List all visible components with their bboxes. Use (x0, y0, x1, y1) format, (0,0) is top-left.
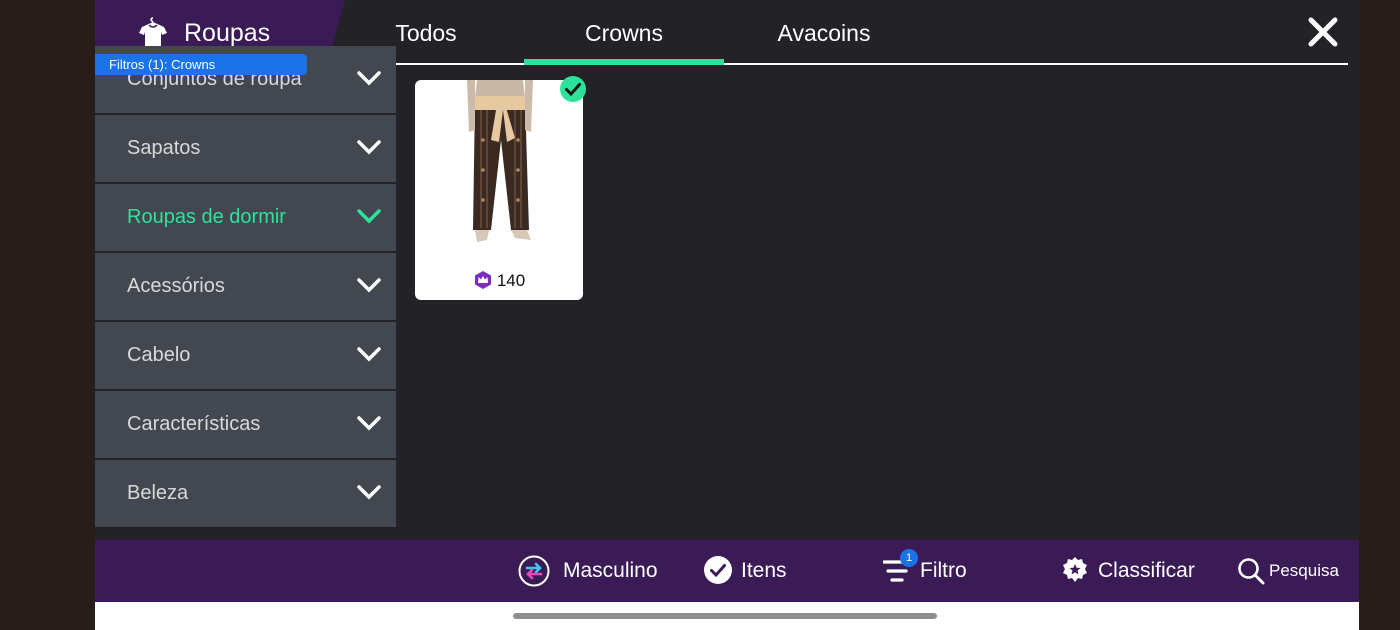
item-card[interactable]: 140 (415, 80, 583, 300)
chevron-down-icon (357, 278, 381, 293)
check-circle-icon (704, 556, 732, 584)
right-letterbox (1359, 0, 1400, 630)
sort-button[interactable]: Classificar (1061, 540, 1196, 602)
filter-label: Filtro (920, 559, 967, 582)
items-button[interactable]: Itens (703, 540, 803, 602)
category-hair[interactable]: Cabelo (95, 322, 396, 389)
chevron-down-icon (357, 416, 381, 431)
category-beauty[interactable]: Beleza (95, 460, 396, 527)
active-tab-indicator (524, 59, 724, 65)
close-icon[interactable] (1305, 14, 1341, 50)
gender-label: Masculino (563, 559, 658, 582)
system-home-area (95, 602, 1359, 630)
sort-label: Classificar (1098, 559, 1195, 582)
item-price: 140 (415, 270, 583, 291)
search-button[interactable]: Pesquisa (1237, 540, 1347, 602)
sort-badge-icon (1063, 557, 1087, 582)
category-list: Conjuntos de roupa Sapatos Roupas de dor… (95, 46, 396, 529)
pajama-pants-image (467, 80, 533, 242)
price-value: 140 (496, 271, 526, 290)
filter-button[interactable]: 1 Filtro (883, 540, 983, 602)
swap-gender-icon (518, 555, 550, 587)
category-shoes[interactable]: Sapatos (95, 115, 396, 182)
bottom-toolbar: Masculino Itens 1 Filtro Classificar Pes… (95, 540, 1359, 602)
tab-avacoins[interactable]: Avacoins (724, 0, 924, 66)
chevron-down-icon (357, 485, 381, 500)
category-label: Sapatos (127, 137, 201, 159)
category-label: Cabelo (127, 344, 191, 366)
chevron-down-icon (357, 71, 381, 86)
tab-crowns[interactable]: Crowns (524, 0, 724, 66)
category-features[interactable]: Características (95, 391, 396, 458)
active-filter-pill[interactable]: Filtros (1): Crowns (95, 54, 307, 75)
search-label: Pesquisa (1269, 561, 1339, 580)
page-title: Roupas (184, 19, 271, 47)
tabs-underline (326, 63, 1348, 65)
wardrobe-panel: Roupas Filtros (1): Crowns Todos Crowns … (95, 0, 1359, 630)
chevron-down-icon (357, 140, 381, 155)
category-label: Roupas de dormir (127, 206, 286, 228)
category-label: Acessórios (127, 275, 225, 297)
gender-toggle-button[interactable]: Masculino (518, 540, 663, 602)
items-label: Itens (741, 559, 787, 582)
shirt-hanger-icon (139, 17, 167, 48)
category-label: Características (127, 413, 261, 435)
category-label: Beleza (127, 482, 189, 504)
chevron-down-icon (357, 209, 381, 224)
category-sleepwear[interactable]: Roupas de dormir (95, 184, 396, 251)
home-indicator[interactable] (513, 613, 937, 619)
owned-check-icon (560, 76, 586, 102)
filter-count-badge: 1 (900, 549, 918, 567)
crown-icon (474, 271, 491, 289)
search-icon (1238, 558, 1265, 585)
currency-tabs: Todos Crowns Avacoins (326, 0, 1348, 66)
left-letterbox (0, 0, 95, 630)
chevron-down-icon (357, 347, 381, 362)
category-accessories[interactable]: Acessórios (95, 253, 396, 320)
